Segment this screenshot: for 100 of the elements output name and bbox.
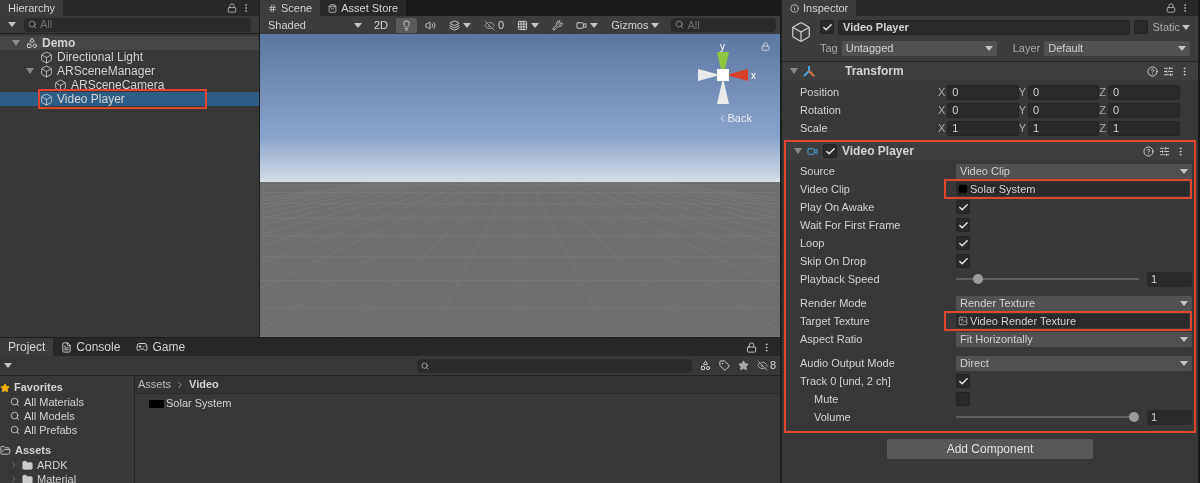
asset-item[interactable]: Solar System [135,396,780,411]
caret-icon [463,22,472,28]
slider-thumb[interactable] [973,274,984,284]
hidden-packages-button[interactable]: 8 [756,357,776,374]
component-title: Transform [845,63,905,80]
sidebar-item[interactable]: All Prefabs [0,423,134,437]
dropdown[interactable]: Direct [956,355,1192,371]
dropdown[interactable]: Video Clip [956,163,1192,179]
value-field[interactable]: 0 [1108,84,1180,100]
search-icon [10,411,20,421]
add-component-button[interactable]: Add Component [887,439,1093,459]
dropdown[interactable]: Render Texture [956,295,1192,311]
cube-icon [40,92,53,106]
foldout-arrow-icon[interactable] [26,67,34,75]
value-field[interactable]: 0 [1028,84,1100,100]
panel-tab[interactable]: Project [0,338,54,356]
axis-label: X [938,102,946,118]
dropdown[interactable]: Untagged [841,40,997,56]
name-field[interactable]: Video Player [838,19,1131,35]
checkbox[interactable] [1134,20,1149,34]
checkbox[interactable] [956,254,970,268]
sidebar-section[interactable]: Assets [0,443,134,458]
chevron-right-icon [175,379,185,390]
help-icon[interactable] [1147,65,1158,77]
sidebar-section[interactable]: Favorites [0,380,134,395]
presets-icon[interactable] [1159,145,1170,157]
panel-tab[interactable]: Console [53,338,129,356]
checkbox[interactable] [823,144,837,158]
property-label: Position [800,84,841,100]
panel-tab[interactable]: Inspector [782,0,857,16]
field-label: Layer [1012,40,1041,56]
filter-type-icon[interactable] [699,360,711,371]
value-field[interactable]: 0 [947,102,1019,118]
sidebar-item[interactable]: All Models [0,409,134,423]
value-field[interactable]: 1 [947,120,1019,136]
object-name: Demo [42,35,76,52]
value-field[interactable]: 0 [947,84,1019,100]
foldout-arrow-icon[interactable] [790,67,798,75]
video-icon [807,145,818,157]
search-field[interactable]: All [24,17,251,32]
number-field[interactable]: 1 [1147,271,1192,287]
property-label: Scale [800,120,829,136]
checkbox[interactable] [820,20,834,34]
value-field[interactable]: 0 [1108,102,1180,118]
checkbox[interactable] [956,236,970,250]
static-dropdown[interactable]: Static [1152,18,1190,36]
breadcrumb-item[interactable]: Assets [138,376,171,393]
cube-icon [40,64,53,78]
caret-icon [1180,300,1188,306]
checkbox[interactable] [956,218,970,232]
search-field[interactable]: All [671,18,776,32]
tag-icon[interactable] [718,360,730,371]
axis-label: X [938,120,946,136]
value-field[interactable]: 1 [1108,120,1180,136]
layers-icon [449,19,461,31]
panel-tab[interactable]: Scene [260,0,321,16]
number-field[interactable]: 1 [1147,409,1192,425]
dropdown[interactable]: Default [1044,40,1190,56]
search-field[interactable] [416,358,692,373]
sidebar-item[interactable]: Material [0,472,134,483]
checkbox[interactable] [956,200,970,214]
lock-icon[interactable] [227,3,237,13]
object-field[interactable]: Solar System [956,182,1189,196]
panel-tab[interactable]: Hierarchy [0,0,64,16]
caret-icon [1182,24,1190,30]
lighting-toggle[interactable] [396,17,418,33]
axis-label: y [720,42,725,52]
star-icon[interactable] [737,360,749,371]
caret-icon [1180,336,1188,342]
hierarchy-item[interactable]: ARSceneCamera [0,78,259,92]
property-label: Wait For First Frame [800,217,902,233]
panel-tab[interactable]: Asset Store [320,0,407,16]
presets-icon[interactable] [1163,65,1174,77]
shading-dropdown[interactable]: Shaded [264,17,366,33]
hierarchy-item[interactable]: ARSceneManager [0,64,259,78]
value-field[interactable]: 1 [1028,120,1100,136]
help-icon[interactable] [1143,145,1154,157]
hierarchy-item[interactable]: Directional Light [0,50,259,64]
breadcrumb-item[interactable]: Video [189,376,219,393]
dropdown[interactable]: Fit Horizontally [956,331,1192,347]
bag-icon [328,3,338,13]
slider-thumb[interactable] [1129,412,1139,422]
lock-icon[interactable] [1166,3,1176,13]
sidebar-item[interactable]: ARDK [0,458,134,472]
orientation-gizmo-drawing[interactable]: y x [690,42,760,108]
object-field[interactable]: Video Render Texture [956,314,1189,328]
property-label: Aspect Ratio [800,331,864,347]
create-dropdown-icon [8,22,16,27]
checkbox[interactable] [956,374,970,388]
panel-tab[interactable]: Game [128,338,194,356]
lock-icon[interactable] [746,341,757,353]
hierarchy-item[interactable]: Video Player [0,92,259,106]
value-field[interactable]: 0 [1028,102,1100,118]
folder-icon [22,459,33,471]
sidebar-item[interactable]: All Materials [0,395,134,409]
hierarchy-item[interactable]: Demo [0,36,259,50]
foldout-arrow-icon[interactable] [794,147,802,155]
axis-label: Z [1099,84,1107,100]
foldout-arrow-icon[interactable] [12,39,20,47]
hash-icon [268,3,277,13]
